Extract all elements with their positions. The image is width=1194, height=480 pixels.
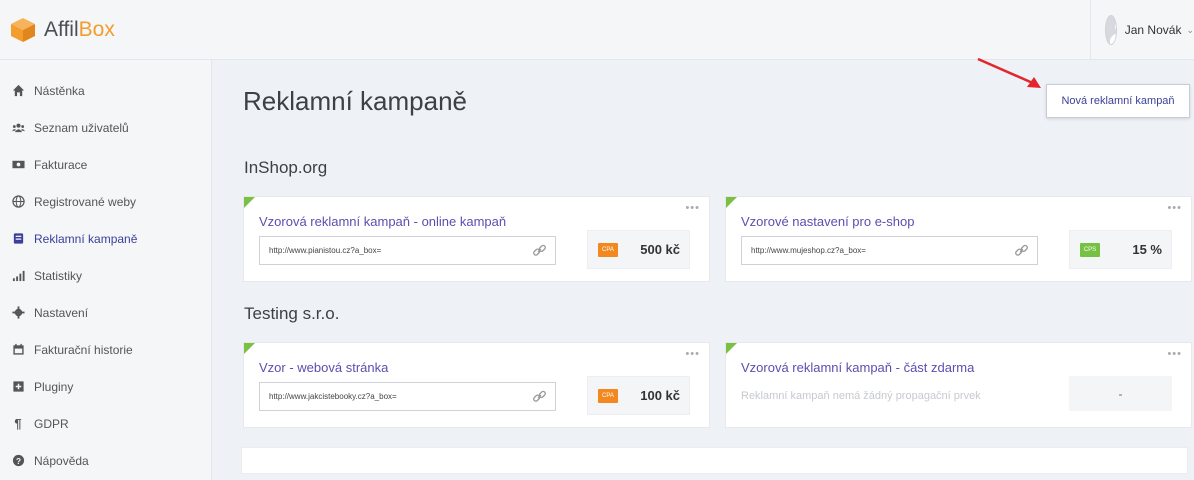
sidebar-item-label: Nastavení [34,305,89,320]
logo[interactable]: AffilBox [10,17,115,43]
campaign-title[interactable]: Vzorové nastavení pro e-shop [741,214,914,229]
page-title: Reklamní kampaně [243,86,467,116]
campaign-url: http://www.pianistou.cz?a_box= [269,246,382,255]
red-arrow-annotation [977,57,1041,88]
commission-value: 500 kč [640,242,680,257]
status-corner [244,197,255,208]
campaign-title[interactable]: Vzorová reklamní kampaň - online kampaň [259,214,506,229]
avatar[interactable] [1105,15,1117,45]
sidebar-item-label: Nápověda [34,453,89,468]
campaign-url-field[interactable]: http://www.mujeshop.cz?a_box= [741,236,1038,265]
commission-box: - [1069,376,1172,411]
campaign-icon [11,232,25,246]
group-title: InShop.org [244,158,328,177]
more-icon[interactable]: ••• [685,202,700,214]
sidebar-item-label: Pluginy [34,379,74,394]
sidebar-item-label: GDPR [34,416,69,431]
calendar-icon [11,343,25,357]
gear-icon [11,306,25,320]
status-corner [244,343,255,354]
campaign-title[interactable]: Vzorová reklamní kampaň - část zdarma [741,360,974,375]
link-icon[interactable] [532,389,547,404]
empty-state-text: Reklamní kampaň nemá žádný propagační pr… [741,390,981,402]
status-corner [726,197,737,208]
plugin-icon [11,380,25,394]
commission-value: 100 kč [640,388,680,403]
home-icon [11,84,25,98]
sidebar-item-label: Fakturace [34,157,88,172]
sidebar-item-pluginy[interactable]: Pluginy [0,368,211,405]
svg-text:?: ? [15,456,20,466]
bar-chart-icon [11,269,25,283]
sidebar-item-label: Fakturační historie [34,342,133,357]
commission-type-badge: CPA [598,389,618,403]
sidebar-item-napoveda[interactable]: ? Nápověda [0,442,211,479]
campaign-url-field[interactable]: http://www.pianistou.cz?a_box= [259,236,556,265]
campaign-card: ••• Vzorová reklamní kampaň - část zdarm… [725,342,1192,428]
sidebar-item-fakturace[interactable]: Fakturace [0,146,211,183]
campaign-url: http://www.mujeshop.cz?a_box= [751,246,866,255]
new-campaign-button[interactable]: Nová reklamní kampaň [1046,84,1190,118]
commission-type-badge: CPS [1080,243,1100,257]
sidebar-item-nastaveni[interactable]: Nastavení [0,294,211,331]
campaign-card: ••• Vzor - webová stránka http://www.jak… [243,342,710,428]
group-title: Testing s.r.o. [244,304,340,323]
sidebar-item-kampane[interactable]: Reklamní kampaně [0,220,211,257]
globe-icon [11,195,25,209]
commission-value: 15 % [1132,242,1162,257]
link-icon[interactable] [532,243,547,258]
commission-type-badge: CPA [598,243,618,257]
more-icon[interactable]: ••• [1167,202,1182,214]
commission-box: CPS 15 % [1069,230,1172,269]
campaign-card: ••• Vzorové nastavení pro e-shop http://… [725,196,1192,282]
campaign-url-field[interactable]: http://www.jakcistebooky.cz?a_box= [259,382,556,411]
help-icon: ? [11,454,25,468]
commission-box: CPA 500 kč [587,230,690,269]
users-icon [11,121,25,135]
bottom-panel [241,447,1188,474]
sidebar-item-label: Reklamní kampaně [34,231,138,246]
sidebar-item-historie[interactable]: Fakturační historie [0,331,211,368]
sidebar-item-users[interactable]: Seznam uživatelů [0,109,211,146]
logo-cube-icon [11,18,35,42]
sidebar-item-weby[interactable]: Registrované weby [0,183,211,220]
campaign-url: http://www.jakcistebooky.cz?a_box= [269,392,397,401]
sidebar-item-label: Seznam uživatelů [34,120,129,135]
more-icon[interactable]: ••• [1167,348,1182,360]
money-icon [11,158,25,172]
user-menu[interactable]: Jan Novák ⌄ [1090,0,1194,60]
campaign-card: ••• Vzorová reklamní kampaň - online kam… [243,196,710,282]
link-icon[interactable] [1014,243,1029,258]
sidebar-item-label: Statistiky [34,268,83,283]
commission-box: CPA 100 kč [587,376,690,415]
top-bar: AffilBox Jan Novák ⌄ [0,0,1194,60]
user-name: Jan Novák [1124,23,1182,37]
sidebar-item-statistiky[interactable]: Statistiky [0,257,211,294]
sidebar: Nástěnka Seznam uživatelů Fakturace Regi… [0,60,212,480]
sidebar-item-label: Nástěnka [34,83,85,98]
campaign-title[interactable]: Vzor - webová stránka [259,360,388,375]
logo-text: AffilBox [44,18,115,41]
chevron-down-icon[interactable]: ⌄ [1186,25,1194,36]
more-icon[interactable]: ••• [685,348,700,360]
status-corner [726,343,737,354]
sidebar-item-label: Registrované weby [34,194,137,209]
sidebar-item-nastenka[interactable]: Nástěnka [0,72,211,109]
sidebar-item-gdpr[interactable]: ¶ GDPR [0,405,211,442]
pilcrow-icon: ¶ [14,416,22,431]
